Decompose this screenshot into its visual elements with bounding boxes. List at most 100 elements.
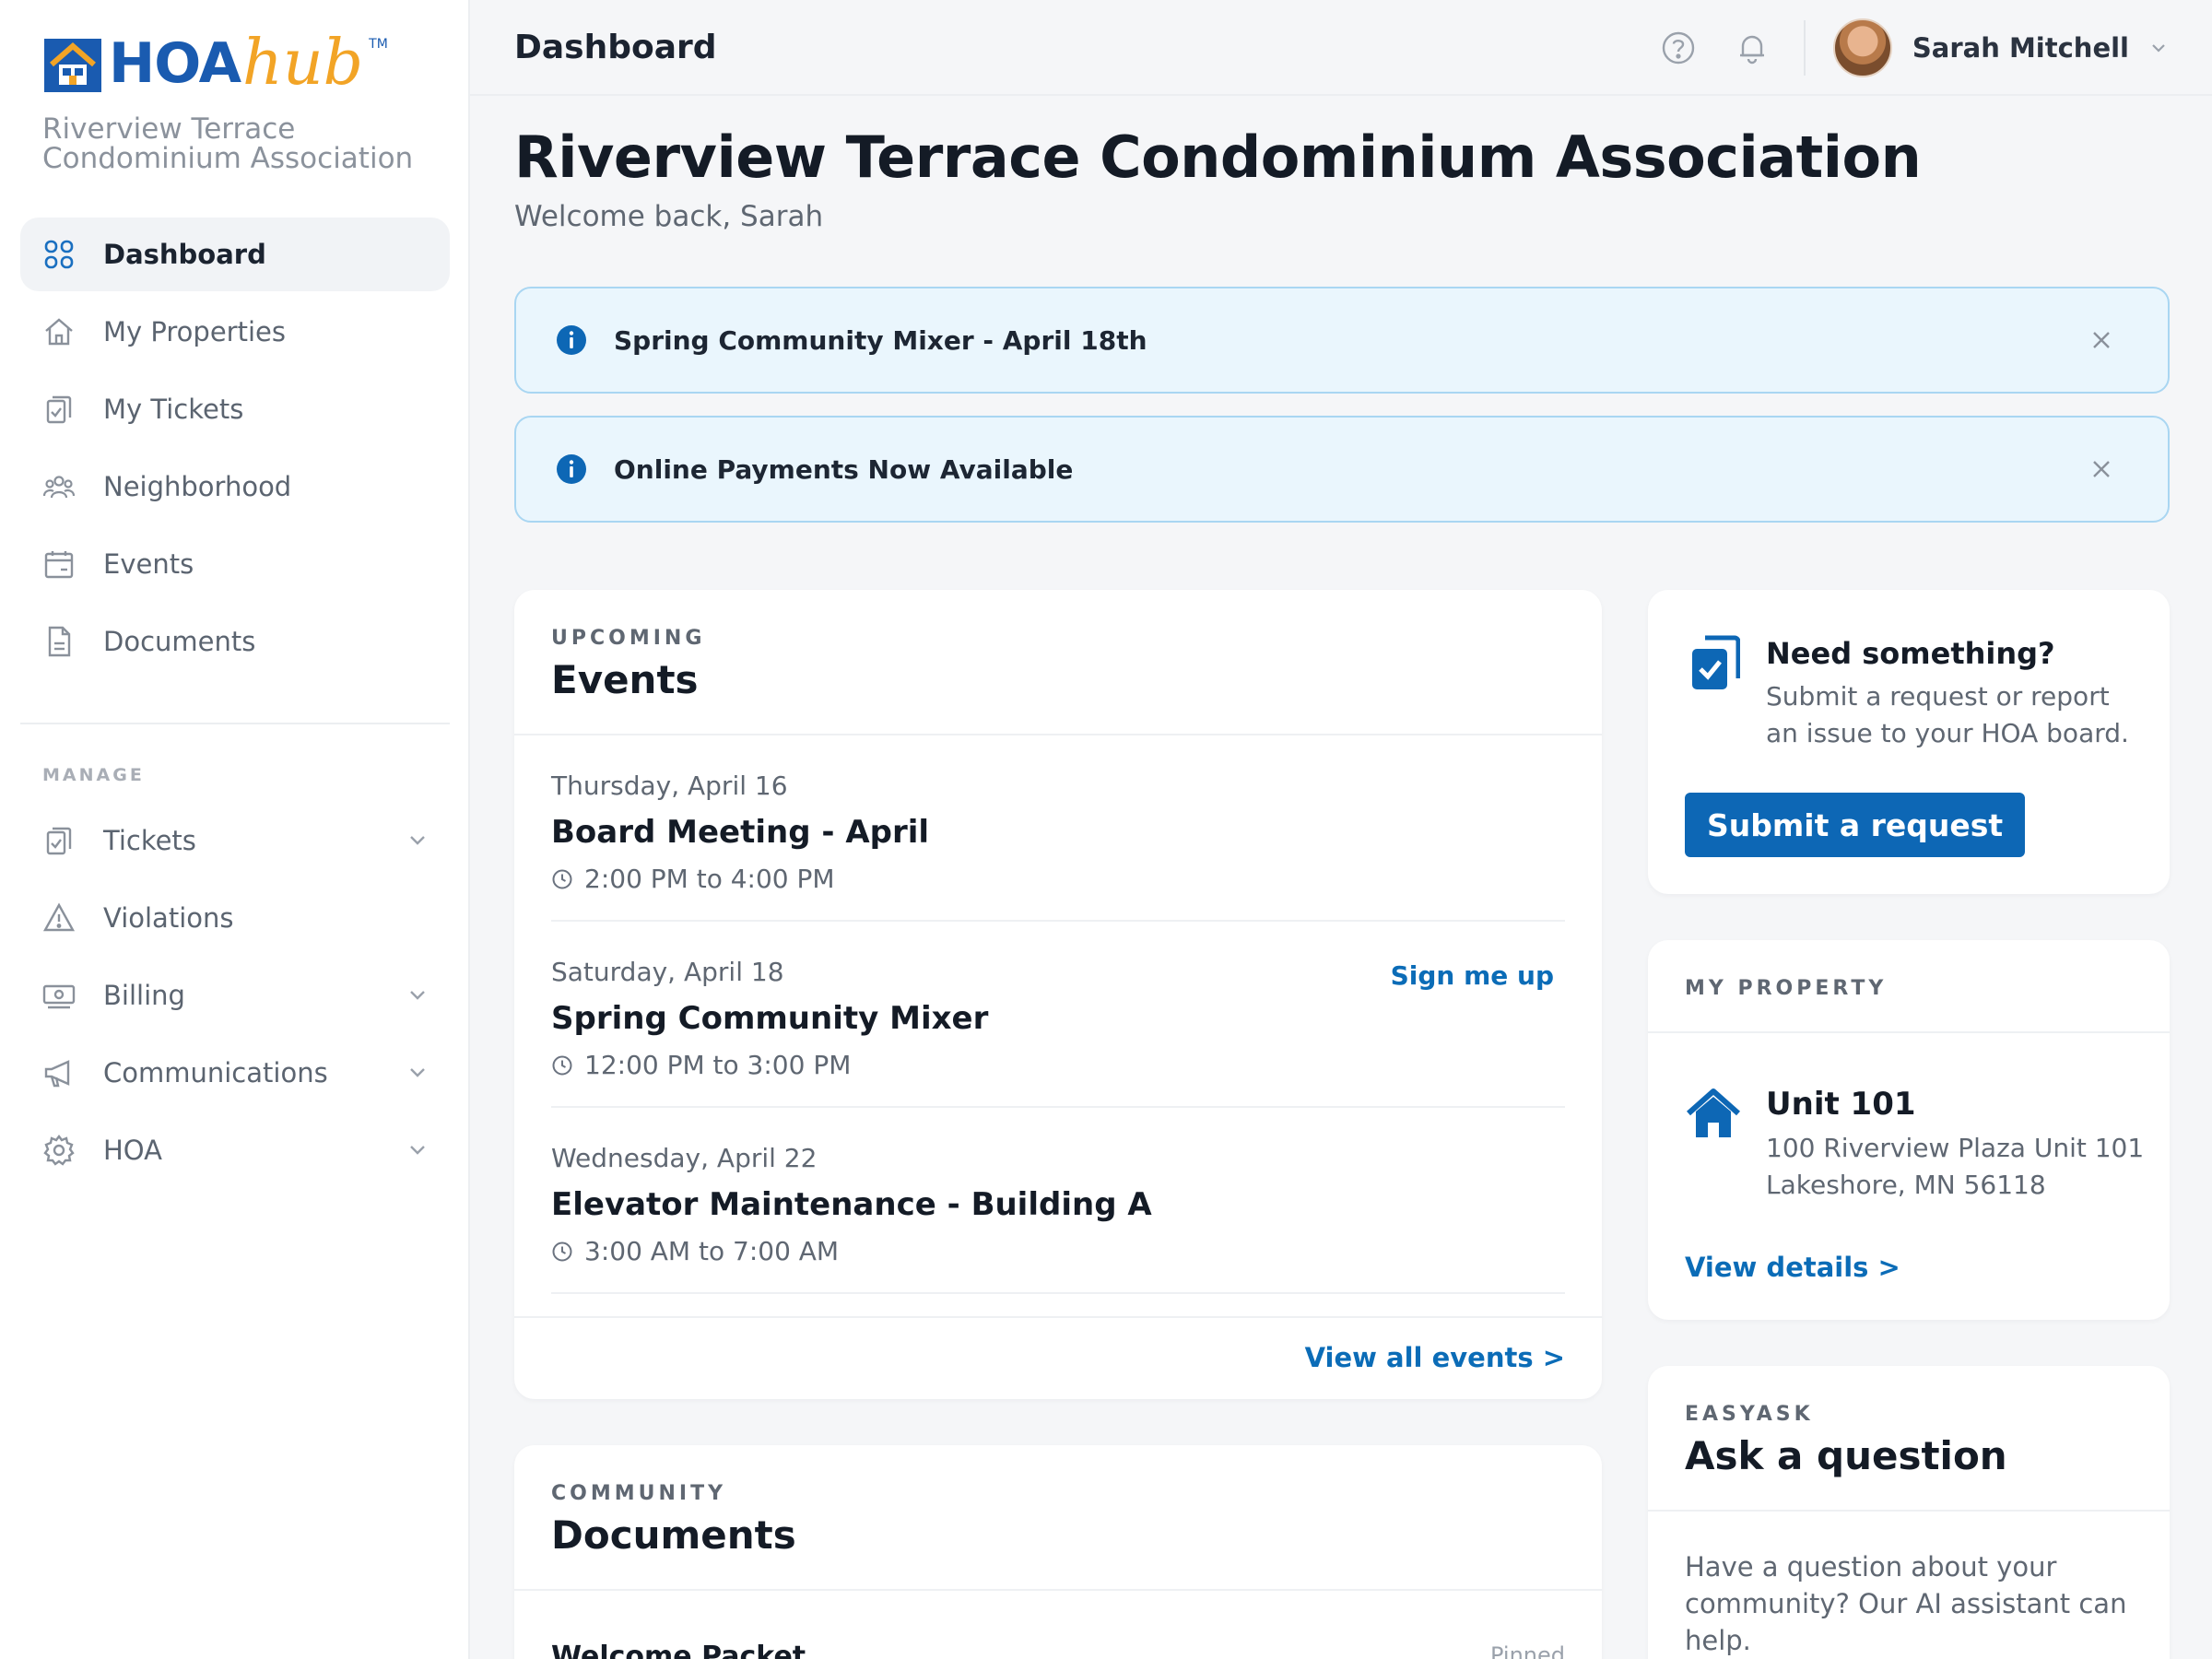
chevron-down-icon[interactable] <box>407 1062 428 1082</box>
chevron-down-icon[interactable] <box>407 1139 428 1159</box>
banner-text: Online Payments Now Available <box>614 453 1074 485</box>
sidebar-item-label: Dashboard <box>103 239 266 270</box>
card-title: Events <box>551 657 699 702</box>
card-eyebrow: UPCOMING <box>551 627 706 650</box>
announcement-banner[interactable]: Spring Community Mixer - April 18th <box>514 287 2170 394</box>
chevron-down-icon[interactable] <box>407 830 428 850</box>
submit-request-button[interactable]: Submit a request <box>1685 793 2026 857</box>
address-line-1: 100 Riverview Plaza Unit 101 <box>1766 1133 2145 1163</box>
brand[interactable]: HOA hub TM Riverview Terrace Condominium… <box>42 27 429 175</box>
event-date: Wednesday, April 22 <box>551 1143 818 1173</box>
sidebar-item-events[interactable]: Events <box>20 527 450 601</box>
event-item[interactable]: Thursday, April 16 Board Meeting - April… <box>551 735 1565 922</box>
event-item[interactable]: Saturday, April 18 Spring Community Mixe… <box>551 922 1565 1108</box>
event-date: Thursday, April 16 <box>551 771 788 801</box>
sidebar: HOA hub TM Riverview Terrace Condominium… <box>0 0 470 1659</box>
ask-question-card: EASYASK Ask a question Have a question a… <box>1648 1366 2170 1659</box>
sidebar-item-dashboard[interactable]: Dashboard <box>20 218 450 291</box>
card-header: EASYASK Ask a question <box>1648 1366 2170 1512</box>
top-bar: Dashboard Sarah Mitchell <box>470 0 2212 96</box>
house-logo-icon <box>44 39 101 92</box>
view-details-link[interactable]: View details > <box>1685 1252 1900 1283</box>
calendar-icon <box>44 551 74 579</box>
card-eyebrow: EASYASK <box>1685 1403 1814 1426</box>
sidebar-item-label: Documents <box>103 626 256 657</box>
sidebar-item-my-properties[interactable]: My Properties <box>20 295 450 369</box>
header-title: Dashboard <box>514 28 717 66</box>
sidebar-item-label: My Tickets <box>103 394 244 425</box>
user-name[interactable]: Sarah Mitchell <box>1912 32 2129 64</box>
sidebar-item-my-tickets[interactable]: My Tickets <box>20 372 450 446</box>
sidebar-item-tickets[interactable]: Tickets <box>20 804 450 877</box>
event-name[interactable]: Spring Community Mixer <box>551 1000 1528 1037</box>
event-name[interactable]: Elevator Maintenance - Building A <box>551 1186 1528 1223</box>
event-time: 12:00 PM to 3:00 PM <box>551 1050 1528 1080</box>
sidebar-item-label: My Properties <box>103 316 286 347</box>
documents-card: COMMUNITY Documents Welcome Packet Pinne… <box>514 1445 1602 1659</box>
logo[interactable]: HOA hub TM <box>42 27 429 100</box>
events-card: UPCOMING Events Thursday, April 16 Board… <box>514 590 1602 1399</box>
event-date: Saturday, April 18 <box>551 957 784 987</box>
house-icon <box>1687 1088 1740 1137</box>
need-something-card: Need something? Submit a request or repo… <box>1648 590 2170 894</box>
card-eyebrow: COMMUNITY <box>551 1482 727 1505</box>
page-title: Riverview Terrace Condominium Associatio… <box>514 124 1922 191</box>
pinned-badge: Pinned <box>1489 1642 1565 1659</box>
sidebar-item-neighborhood[interactable]: Neighborhood <box>20 450 450 524</box>
event-time-text: 12:00 PM to 3:00 PM <box>584 1050 852 1080</box>
main-content: Dashboard Sarah Mitchell Riverview Terra… <box>470 0 2212 1659</box>
document-name[interactable]: Welcome Packet <box>551 1641 806 1659</box>
view-all-events-link[interactable]: View all events > <box>1305 1342 1565 1373</box>
billing-icon <box>42 984 76 1009</box>
sidebar-item-billing[interactable]: Billing <box>20 959 450 1032</box>
close-icon[interactable] <box>2088 327 2114 353</box>
card-footer: View all events > <box>514 1316 1602 1399</box>
logo-script: hub <box>242 27 364 100</box>
sidebar-item-label: Violations <box>103 902 234 934</box>
megaphone-icon <box>44 1060 70 1088</box>
clock-icon <box>552 1055 572 1075</box>
sidebar-item-hoa[interactable]: HOA <box>20 1113 450 1187</box>
org-name: Riverview Terrace Condominium Associatio… <box>42 112 414 175</box>
card-title: Ask a question <box>1685 1433 2007 1478</box>
sidebar-item-violations[interactable]: Violations <box>20 881 450 955</box>
bell-icon[interactable] <box>1734 29 1771 66</box>
sidebar-item-label: Communications <box>103 1057 328 1088</box>
sidebar-item-documents[interactable]: Documents <box>20 605 450 678</box>
sidebar-item-label: Events <box>103 548 194 580</box>
document-icon <box>48 626 71 657</box>
manage-nav: Tickets Violations Billing Communication… <box>20 804 450 1191</box>
card-title: Documents <box>551 1512 796 1558</box>
card-header: COMMUNITY Documents <box>514 1445 1602 1591</box>
close-icon[interactable] <box>2088 456 2114 482</box>
property-address: 100 Riverview Plaza Unit 101 Lakeshore, … <box>1766 1130 2144 1204</box>
sidebar-item-communications[interactable]: Communications <box>20 1036 450 1110</box>
grid-icon <box>44 240 74 269</box>
welcome-message: Welcome back, Sarah <box>514 200 824 233</box>
address-line-2: Lakeshore, MN 56118 <box>1766 1170 2046 1200</box>
logo-wordmark: HOA <box>109 31 241 96</box>
event-name[interactable]: Board Meeting - April <box>551 814 1528 851</box>
chevron-down-icon[interactable] <box>407 984 428 1005</box>
trademark-mark: TM <box>369 37 388 52</box>
clock-icon <box>552 1241 572 1261</box>
need-something-description: Submit a request or report an issue to y… <box>1766 681 2129 748</box>
sidebar-item-label: HOA <box>103 1135 162 1166</box>
primary-nav: Dashboard My Properties My Tickets Neigh… <box>20 218 450 682</box>
help-icon[interactable] <box>1660 29 1697 66</box>
card-eyebrow: MY PROPERTY <box>1685 977 1888 1000</box>
home-icon <box>45 318 73 346</box>
sign-up-button[interactable]: Sign me up <box>1391 960 1554 991</box>
avatar[interactable] <box>1832 18 1892 77</box>
chevron-down-icon[interactable] <box>2149 39 2168 57</box>
sidebar-divider <box>20 723 450 724</box>
info-icon <box>557 325 586 355</box>
document-item[interactable]: Welcome Packet Pinned <box>514 1591 1602 1659</box>
announcement-banner[interactable]: Online Payments Now Available <box>514 416 2170 523</box>
sidebar-item-label: Neighborhood <box>103 471 292 502</box>
property-unit: Unit 101 <box>1766 1086 1916 1123</box>
event-item[interactable]: Wednesday, April 22 Elevator Maintenance… <box>551 1108 1565 1294</box>
gear-icon <box>43 1135 75 1166</box>
event-time: 3:00 AM to 7:00 AM <box>551 1236 1528 1266</box>
clipboard-icon <box>46 395 72 424</box>
